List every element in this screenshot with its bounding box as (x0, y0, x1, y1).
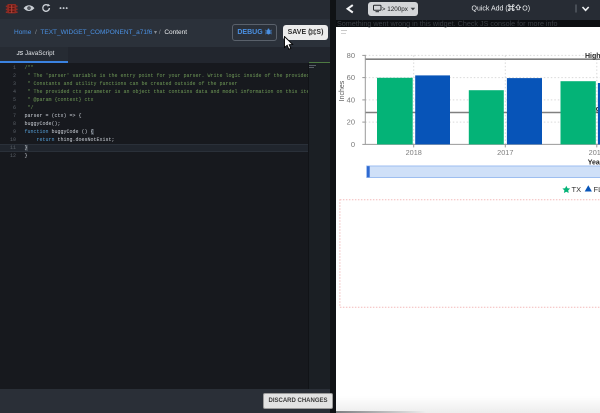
svg-text:> 1200px: > 1200px (382, 6, 409, 13)
svg-text:O): O) (522, 6, 530, 13)
svg-text:Inches: Inches (339, 80, 346, 101)
svg-text:2017: 2017 (497, 148, 513, 157)
svg-text:TX: TX (572, 185, 582, 194)
svg-text:Quick Add (: Quick Add ( (472, 6, 509, 13)
svg-text:2016: 2016 (589, 148, 600, 157)
svg-text:2018: 2018 (406, 148, 422, 157)
svg-text:FL: FL (594, 185, 600, 194)
svg-text:Year: Year (588, 160, 600, 167)
svg-text:0: 0 (351, 140, 355, 149)
svg-text:20: 20 (347, 118, 355, 127)
svg-text:60: 60 (347, 73, 355, 82)
svg-text:40: 40 (347, 96, 355, 105)
svg-text:Highest: Highest (585, 53, 600, 60)
svg-text:80: 80 (347, 51, 355, 60)
